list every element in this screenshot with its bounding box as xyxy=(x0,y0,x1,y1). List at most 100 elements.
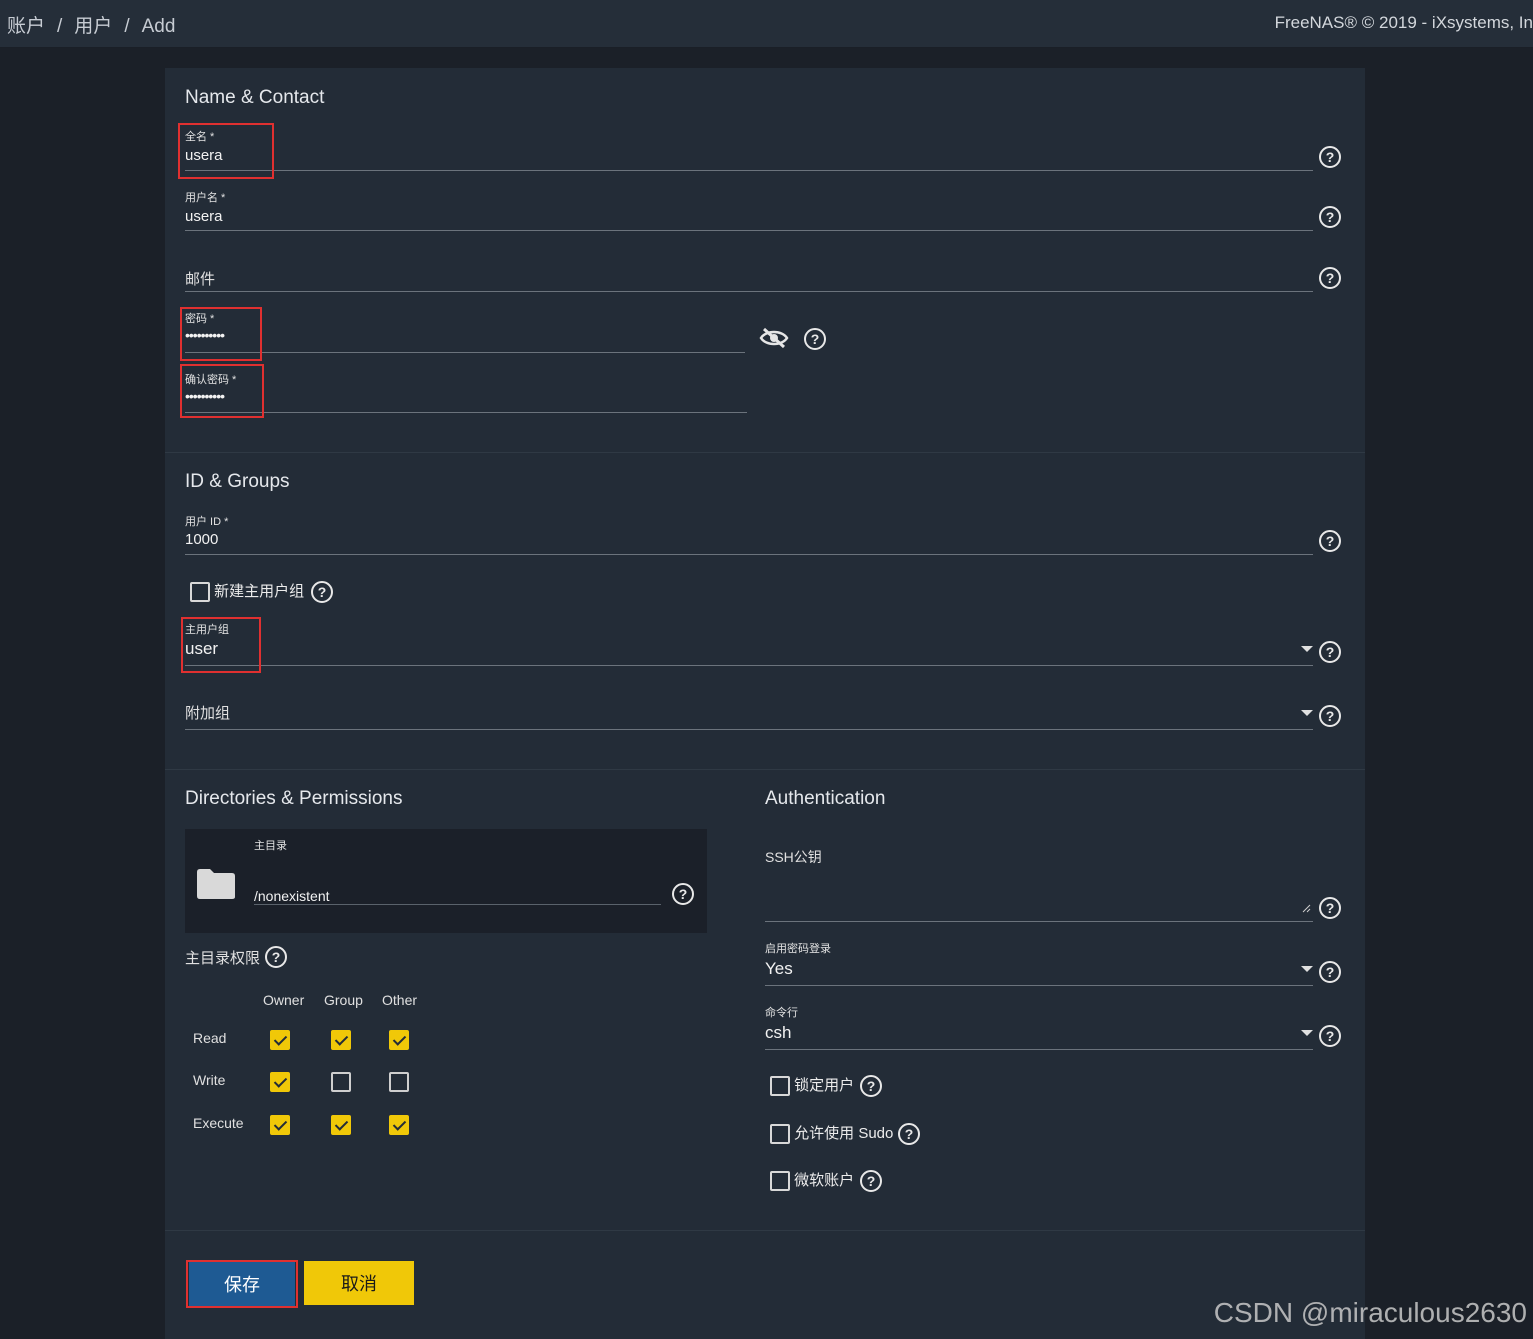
field-underline xyxy=(185,729,1313,730)
breadcrumb-item-add: Add xyxy=(141,16,176,37)
watermark-text: CSDN @miraculous2630 xyxy=(1213,1297,1527,1328)
perm-checkbox-write-other[interactable] xyxy=(389,1072,409,1092)
help-icon[interactable]: ? xyxy=(1319,530,1341,552)
aux-groups-placeholder[interactable]: 附加组 xyxy=(185,702,230,723)
ssh-key-textarea[interactable]: SSH公钥 xyxy=(765,838,1313,922)
new-primary-group-option[interactable]: 新建主用户组 xyxy=(190,580,305,603)
perm-checkbox-write-group[interactable] xyxy=(331,1072,351,1092)
username-label: 用户名 * xyxy=(185,192,226,204)
perm-row-execute: Execute xyxy=(193,1115,244,1131)
resize-handle-icon[interactable] xyxy=(1302,904,1311,913)
lock-user-option[interactable]: 锁定用户 xyxy=(770,1074,854,1097)
chevron-down-icon[interactable] xyxy=(1301,966,1313,972)
shell-value[interactable]: csh xyxy=(765,1023,791,1043)
help-icon[interactable]: ? xyxy=(1319,267,1341,289)
breadcrumb-item-users[interactable]: 用户 xyxy=(74,16,112,37)
user-id-input[interactable]: 1000 xyxy=(185,531,218,548)
sudo-checkbox[interactable] xyxy=(770,1124,790,1145)
password-login-select[interactable]: 启用密码登录 Yes xyxy=(765,938,1313,986)
microsoft-account-label: 微软账户 xyxy=(794,1172,855,1189)
perm-checkbox-read-other[interactable] xyxy=(389,1030,409,1050)
aux-groups-select[interactable]: 附加组 xyxy=(185,683,1313,730)
confirm-password-input[interactable]: •••••••••• xyxy=(185,388,225,404)
user-id-label: 用户 ID * xyxy=(185,516,229,528)
perm-checkbox-execute-group[interactable] xyxy=(331,1115,351,1135)
perm-row-read: Read xyxy=(193,1030,227,1046)
field-underline xyxy=(254,904,661,905)
field-underline xyxy=(185,170,1313,171)
save-button[interactable]: 保存 xyxy=(189,1262,295,1306)
help-icon[interactable]: ? xyxy=(1319,146,1341,168)
perm-checkbox-execute-other[interactable] xyxy=(389,1115,409,1135)
help-icon[interactable]: ? xyxy=(311,581,333,603)
chevron-down-icon[interactable] xyxy=(1301,646,1313,652)
help-icon[interactable]: ? xyxy=(804,328,826,350)
user-form-panel: Name & Contact 全名 * usera ? 用户名 * usera … xyxy=(165,68,1365,1339)
full-name-label: 全名 * xyxy=(185,131,215,143)
help-icon[interactable]: ? xyxy=(1319,705,1341,727)
section-divider xyxy=(165,452,1365,453)
field-underline xyxy=(185,665,1313,666)
primary-group-value[interactable]: user xyxy=(185,639,218,659)
username-input[interactable]: usera xyxy=(185,208,223,225)
field-underline xyxy=(765,921,1313,922)
full-name-field[interactable]: 全名 * usera xyxy=(185,126,1313,171)
help-icon[interactable]: ? xyxy=(1319,641,1341,663)
password-input[interactable]: •••••••••• xyxy=(185,327,225,343)
help-icon[interactable]: ? xyxy=(672,883,694,905)
microsoft-account-option[interactable]: 微软账户 xyxy=(770,1169,855,1192)
help-icon[interactable]: ? xyxy=(898,1123,920,1145)
sudo-option[interactable]: 允许使用 Sudo xyxy=(770,1122,894,1145)
perm-checkbox-execute-owner[interactable] xyxy=(270,1115,290,1135)
eye-off-icon[interactable] xyxy=(759,326,789,350)
chevron-down-icon[interactable] xyxy=(1301,1030,1313,1036)
confirm-password-field[interactable]: 确认密码 * •••••••••• xyxy=(185,369,747,414)
help-icon[interactable]: ? xyxy=(265,946,287,968)
help-icon[interactable]: ? xyxy=(860,1170,882,1192)
microsoft-account-checkbox[interactable] xyxy=(770,1171,790,1192)
username-field[interactable]: 用户名 * usera xyxy=(185,187,1313,232)
home-dir-field[interactable]: 主目录 /nonexistent xyxy=(254,837,661,905)
section-divider xyxy=(165,1230,1365,1231)
email-placeholder[interactable]: 邮件 xyxy=(185,268,215,289)
home-perms-label: 主目录权限 xyxy=(185,950,261,967)
confirm-password-label: 确认密码 * xyxy=(185,374,237,386)
password-field[interactable]: 密码 * •••••••••• xyxy=(185,308,745,353)
help-icon[interactable]: ? xyxy=(1319,897,1341,919)
password-login-value[interactable]: Yes xyxy=(765,959,793,979)
lock-user-checkbox[interactable] xyxy=(770,1076,790,1097)
section-title-id-groups: ID & Groups xyxy=(185,471,290,492)
help-icon[interactable]: ? xyxy=(1319,1025,1341,1047)
help-icon[interactable]: ? xyxy=(860,1075,882,1097)
cancel-button[interactable]: 取消 xyxy=(304,1261,414,1305)
perm-column-group: Group xyxy=(324,992,363,1008)
new-primary-group-label: 新建主用户组 xyxy=(214,583,305,600)
perm-column-owner: Owner xyxy=(263,992,305,1008)
copyright-text: FreeNAS® © 2019 - iXsystems, In xyxy=(1274,13,1533,32)
new-primary-group-checkbox[interactable] xyxy=(190,582,210,603)
field-underline xyxy=(765,1049,1313,1050)
sudo-label: 允许使用 Sudo xyxy=(794,1125,894,1142)
chevron-down-icon[interactable] xyxy=(1301,710,1313,716)
primary-group-select[interactable]: 主用户组 user xyxy=(185,619,1313,666)
home-dir-input[interactable]: /nonexistent xyxy=(254,888,330,904)
field-underline xyxy=(185,230,1313,231)
top-bar: 账户 / 用户 / Add FreeNAS® © 2019 - iXsystems, I… xyxy=(0,0,1533,48)
email-field[interactable]: 邮件 xyxy=(185,248,1313,293)
user-id-field[interactable]: 用户 ID * 1000 xyxy=(185,511,1313,556)
help-icon[interactable]: ? xyxy=(1319,206,1341,228)
help-icon[interactable]: ? xyxy=(1319,961,1341,983)
section-divider xyxy=(165,769,1365,770)
full-name-input[interactable]: usera xyxy=(185,147,223,164)
perm-checkbox-read-owner[interactable] xyxy=(270,1030,290,1050)
breadcrumb: 账户 / 用户 / Add xyxy=(7,11,175,38)
perm-checkbox-read-group[interactable] xyxy=(331,1030,351,1050)
home-dir-explorer: 主目录 /nonexistent ? xyxy=(185,829,707,933)
shell-select[interactable]: 命令行 csh xyxy=(765,1002,1313,1050)
home-dir-label: 主目录 xyxy=(254,840,287,852)
password-login-label: 启用密码登录 xyxy=(765,943,831,955)
folder-icon[interactable] xyxy=(196,868,236,900)
ssh-key-placeholder[interactable]: SSH公钥 xyxy=(765,847,822,867)
perm-checkbox-write-owner[interactable] xyxy=(270,1072,290,1092)
breadcrumb-item-accounts[interactable]: 账户 xyxy=(7,16,45,37)
